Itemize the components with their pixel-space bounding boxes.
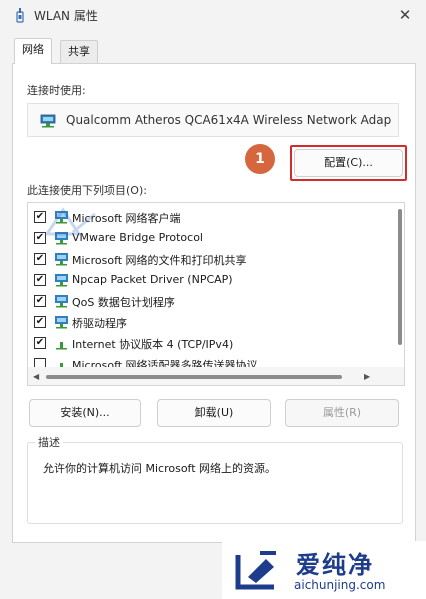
network-adapter-icon bbox=[40, 114, 56, 128]
tab-network[interactable]: 网络 bbox=[14, 38, 52, 64]
list-item[interactable]: ✔ 桥驱动程序 bbox=[28, 312, 380, 333]
checkbox[interactable]: ✔ bbox=[34, 337, 46, 349]
list-item[interactable]: ✔ QoS 数据包计划程序 bbox=[28, 291, 380, 312]
network-protocol-icon bbox=[55, 274, 68, 287]
item-label: Npcap Packet Driver (NPCAP) bbox=[72, 273, 233, 286]
network-service-icon bbox=[55, 295, 68, 308]
item-label: Microsoft 网络的文件和打印机共享 bbox=[72, 254, 247, 267]
item-label: 桥驱动程序 bbox=[72, 317, 127, 330]
watermark-url: aichunjing.com bbox=[294, 578, 386, 592]
description-text: 允许你的计算机访问 Microsoft 网络上的资源。 bbox=[43, 462, 277, 475]
checkbox[interactable]: ✔ bbox=[34, 295, 46, 307]
close-icon: ✕ bbox=[398, 6, 412, 24]
scroll-left-icon[interactable]: ◀ bbox=[33, 372, 39, 381]
vertical-scrollbar[interactable] bbox=[398, 209, 402, 345]
tab-panel-network: 连接时使用: Qualcomm Atheros QCA61x4A Wireles… bbox=[12, 63, 416, 543]
checkbox[interactable]: ✔ bbox=[34, 274, 46, 286]
description-title: 描述 bbox=[35, 434, 63, 450]
tab-sharing[interactable]: 共享 bbox=[60, 40, 98, 64]
install-button[interactable]: 安装(N)... bbox=[29, 399, 141, 427]
properties-button[interactable]: 属性(R) bbox=[285, 399, 399, 427]
list-item[interactable]: ✔ Microsoft 网络的文件和打印机共享 bbox=[28, 249, 380, 270]
checkbox[interactable]: ✔ bbox=[34, 316, 46, 328]
list-item[interactable]: ✔ Internet 协议版本 4 (TCP/IPv4) bbox=[28, 333, 380, 354]
watermark: 爱纯净 aichunjing.com bbox=[222, 541, 426, 599]
wlan-adapter-icon bbox=[16, 8, 24, 23]
uninstall-button[interactable]: 卸载(U) bbox=[157, 399, 271, 427]
step-marker-badge: 1 bbox=[245, 144, 275, 174]
horizontal-scrollbar[interactable]: ◀ ▶ bbox=[28, 367, 404, 385]
faint-watermark-logo-icon bbox=[44, 207, 96, 236]
items-label: 此连接使用下列项目(O): bbox=[27, 184, 147, 197]
checkbox[interactable]: ✔ bbox=[34, 253, 46, 265]
adapter-name: Qualcomm Atheros QCA61x4A Wireless Netwo… bbox=[66, 113, 392, 127]
connect-using-label: 连接时使用: bbox=[27, 84, 86, 97]
configure-button[interactable]: 配置(C)... bbox=[294, 149, 403, 177]
scroll-right-icon[interactable]: ▶ bbox=[364, 372, 370, 381]
watermark-logo-icon bbox=[235, 551, 276, 590]
item-label: Internet 协议版本 4 (TCP/IPv4) bbox=[72, 338, 234, 351]
title-bar: WLAN 属性 ✕ bbox=[0, 0, 426, 30]
watermark-name: 爱纯净 bbox=[296, 551, 374, 579]
protocol-arrow-icon bbox=[56, 342, 67, 350]
item-label: QoS 数据包计划程序 bbox=[72, 296, 175, 309]
window-title: WLAN 属性 bbox=[34, 9, 98, 23]
network-protocol-icon bbox=[55, 316, 68, 329]
network-service-icon bbox=[55, 253, 68, 266]
scrollbar-thumb[interactable] bbox=[46, 375, 342, 379]
close-button[interactable]: ✕ bbox=[396, 6, 414, 24]
list-item[interactable]: ✔ Npcap Packet Driver (NPCAP) bbox=[28, 270, 380, 291]
description-group bbox=[27, 442, 403, 524]
adapter-field: Qualcomm Atheros QCA61x4A Wireless Netwo… bbox=[27, 103, 399, 137]
